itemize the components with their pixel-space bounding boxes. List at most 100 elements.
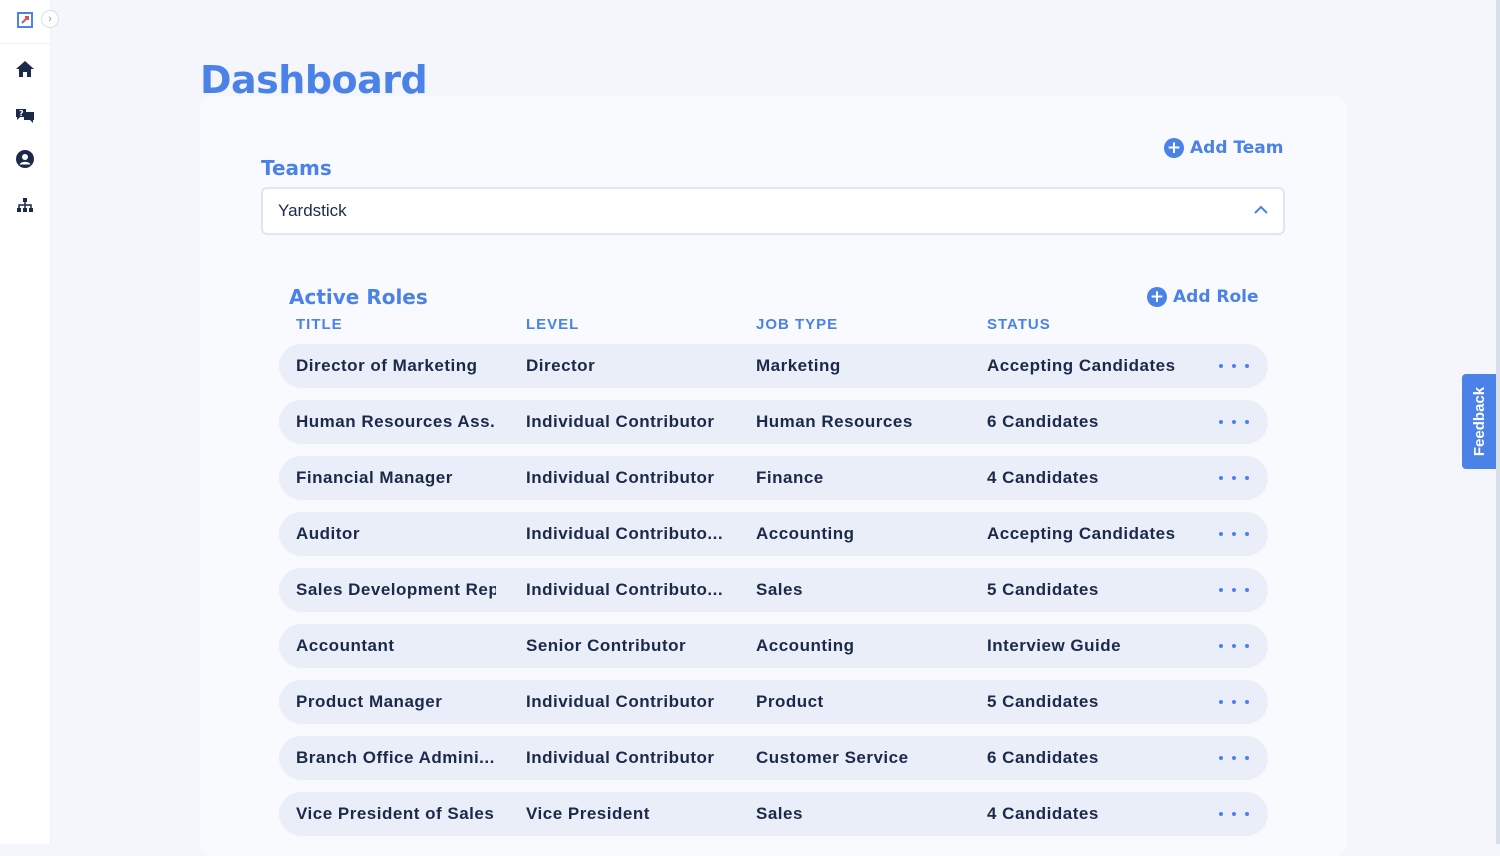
more-options-icon[interactable] — [1219, 359, 1249, 373]
role-job-type: Accounting — [756, 636, 855, 655]
plus-icon: + — [1147, 287, 1167, 307]
role-job-type: Product — [756, 692, 824, 711]
role-title: Director of Marketing — [296, 356, 478, 375]
chevron-up-icon — [1254, 202, 1268, 220]
role-level: Individual Contributor — [526, 748, 715, 767]
role-status: Interview Guide — [987, 636, 1122, 655]
chevron-right-icon: › — [48, 13, 52, 25]
dot — [1232, 588, 1236, 592]
role-status: 6 Candidates — [987, 412, 1099, 431]
role-row[interactable]: Human Resources Ass... Individual Contrib… — [279, 400, 1268, 444]
dot — [1219, 700, 1223, 704]
role-status: 5 Candidates — [987, 692, 1099, 711]
team-select-value: Yardstick — [278, 201, 347, 220]
org-chart-icon[interactable] — [14, 194, 36, 216]
more-options-icon[interactable] — [1219, 471, 1249, 485]
role-title: Accountant — [296, 636, 395, 655]
dot — [1219, 476, 1223, 480]
dot — [1245, 476, 1249, 480]
role-status: 4 Candidates — [987, 468, 1099, 487]
dot — [1232, 700, 1236, 704]
more-options-icon[interactable] — [1219, 415, 1249, 429]
active-roles-label: Active Roles — [289, 285, 428, 309]
role-row[interactable]: Product Manager Individual Contributor Pro… — [279, 680, 1268, 724]
dot — [1232, 532, 1236, 536]
role-level: Individual Contributo... — [526, 524, 724, 543]
dot — [1219, 588, 1223, 592]
add-role-label: Add Role — [1173, 287, 1259, 307]
role-title: Vice President of Sales — [296, 804, 495, 823]
role-title: Branch Office Admini... — [296, 748, 495, 767]
column-header-job-type[interactable]: JOB TYPE — [756, 316, 838, 333]
role-row[interactable]: Vice President of Sales Vice President Sal… — [279, 792, 1268, 836]
role-level: Director — [526, 356, 596, 375]
role-status: 5 Candidates — [987, 580, 1099, 599]
dot — [1219, 532, 1223, 536]
role-title: Product Manager — [296, 692, 443, 711]
role-row[interactable]: Director of Marketing Director Marketing Ac… — [279, 344, 1268, 388]
dot — [1245, 532, 1249, 536]
role-job-type: Sales — [756, 580, 803, 599]
dot — [1219, 420, 1223, 424]
dot — [1232, 812, 1236, 816]
svg-text:?: ? — [19, 109, 24, 118]
dot — [1219, 644, 1223, 648]
role-level: Individual Contributor — [526, 412, 715, 431]
role-row[interactable]: Financial Manager Individual Contributor F… — [279, 456, 1268, 500]
role-level: Vice President — [526, 804, 650, 823]
more-options-icon[interactable] — [1219, 751, 1249, 765]
dot — [1245, 812, 1249, 816]
role-job-type: Finance — [756, 468, 824, 487]
add-team-label: Add Team — [1190, 138, 1284, 158]
team-select[interactable]: Yardstick — [261, 187, 1285, 235]
feedback-label: Feedback — [1471, 386, 1489, 457]
dot — [1232, 476, 1236, 480]
role-row[interactable]: Accountant Senior Contributor Accounting In… — [279, 624, 1268, 668]
role-level: Individual Contributo... — [526, 580, 724, 599]
more-options-icon[interactable] — [1219, 583, 1249, 597]
add-team-button[interactable]: + Add Team — [1164, 138, 1283, 158]
more-options-icon[interactable] — [1219, 695, 1249, 709]
role-job-type: Human Resources — [756, 412, 913, 431]
more-options-icon[interactable] — [1219, 527, 1249, 541]
sidebar: › ? — [0, 0, 59, 844]
dot — [1219, 756, 1223, 760]
dot — [1245, 756, 1249, 760]
role-title: Sales Development Rep — [296, 580, 496, 599]
scrollbar[interactable] — [1496, 0, 1500, 844]
dot — [1245, 588, 1249, 592]
home-icon[interactable] — [14, 58, 36, 80]
column-header-title[interactable]: TITLE — [296, 316, 343, 333]
dot — [1219, 812, 1223, 816]
expand-sidebar-button[interactable]: › — [41, 10, 59, 28]
role-job-type: Customer Service — [756, 748, 909, 767]
teams-label: Teams — [261, 156, 332, 180]
dot — [1232, 644, 1236, 648]
column-header-status[interactable]: STATUS — [987, 316, 1051, 333]
role-status: Accepting Candidates — [987, 356, 1176, 375]
feedback-tab[interactable]: Feedback — [1462, 374, 1498, 469]
sidebar-divider — [0, 43, 50, 44]
role-level: Senior Contributor — [526, 636, 687, 655]
role-title: Auditor — [296, 524, 360, 543]
logo-icon[interactable] — [17, 12, 33, 28]
role-title: Financial Manager — [296, 468, 453, 487]
add-role-button[interactable]: + Add Role — [1147, 287, 1259, 307]
plus-icon: + — [1164, 138, 1184, 158]
dot — [1219, 364, 1223, 368]
more-options-icon[interactable] — [1219, 807, 1249, 821]
dot — [1232, 364, 1236, 368]
more-options-icon[interactable] — [1219, 639, 1249, 653]
role-row[interactable]: Sales Development Rep Individual Contribu… — [279, 568, 1268, 612]
role-row[interactable]: Auditor Individual Contributo... Accountin… — [279, 512, 1268, 556]
interview-questions-icon[interactable]: ? — [14, 104, 36, 126]
role-job-type: Marketing — [756, 356, 841, 375]
dot — [1245, 420, 1249, 424]
role-level: Individual Contributor — [526, 468, 715, 487]
column-header-level[interactable]: LEVEL — [526, 316, 579, 333]
role-status: 6 Candidates — [987, 748, 1099, 767]
dot — [1245, 644, 1249, 648]
role-row[interactable]: Branch Office Admini... Individual Contri… — [279, 736, 1268, 780]
profile-icon[interactable] — [14, 148, 36, 170]
role-job-type: Sales — [756, 804, 803, 823]
